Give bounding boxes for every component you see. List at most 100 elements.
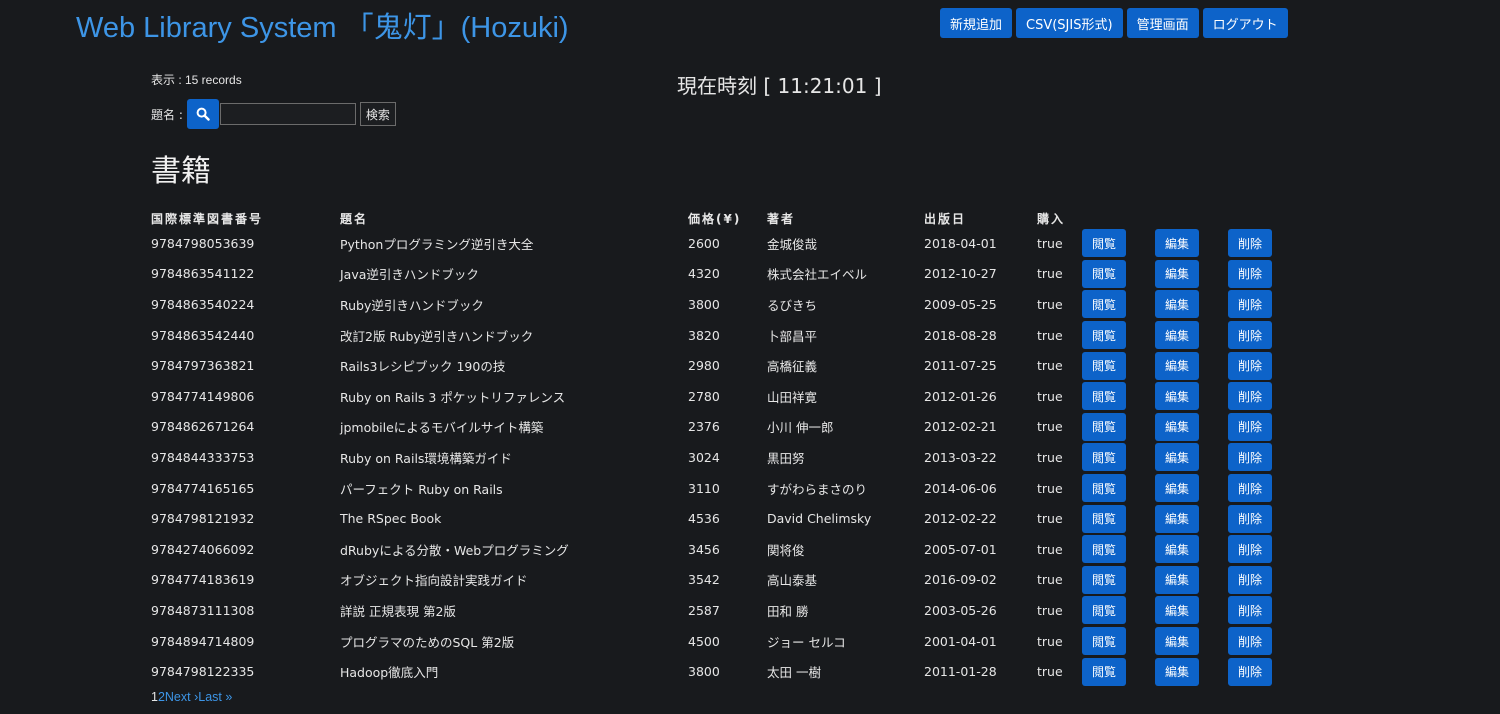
view-button[interactable]: 閲覧 (1082, 565, 1126, 594)
view-button[interactable]: 閲覧 (1082, 474, 1126, 503)
price-cell: 3024 (688, 449, 720, 465)
purchased-cell: true (1037, 235, 1063, 251)
edit-button[interactable]: 編集 (1155, 382, 1199, 411)
author-cell: 高山泰基 (767, 573, 818, 589)
action-cell: 編集 (1155, 442, 1228, 473)
view-button[interactable]: 閲覧 (1082, 627, 1126, 656)
view-button[interactable]: 閲覧 (1082, 535, 1126, 564)
purchased-cell: true (1037, 602, 1063, 618)
delete-button[interactable]: 削除 (1228, 259, 1272, 288)
delete-button[interactable]: 削除 (1228, 504, 1272, 533)
delete-button[interactable]: 削除 (1228, 657, 1272, 686)
purchased-cell: true (1037, 388, 1063, 404)
table-row: 9784844333753 Ruby on Rails環境構築ガイド 3024 黒田努… (151, 442, 1301, 473)
delete-button[interactable]: 削除 (1228, 382, 1272, 411)
title-cell: The RSpec Book (340, 511, 442, 527)
action-cell: 閲覧 (1082, 442, 1155, 473)
action-cell: 削除 (1228, 503, 1301, 534)
delete-button[interactable]: 削除 (1228, 596, 1272, 625)
new-book-button[interactable]: 新規追加 (940, 8, 1013, 38)
author-cell: 山田祥寛 (767, 389, 818, 405)
action-cell: 閲覧 (1082, 473, 1155, 504)
view-button[interactable]: 閲覧 (1082, 290, 1126, 319)
table-row: 9784774165165 パーフェクト Ruby on Rails 3110 すがわ… (151, 473, 1301, 504)
view-button[interactable]: 閲覧 (1082, 351, 1126, 380)
title-search-input[interactable] (219, 103, 356, 125)
price-cell: 2376 (688, 419, 720, 435)
edit-button[interactable]: 編集 (1155, 229, 1199, 258)
publish-date-cell: 2011-01-28 (924, 664, 997, 680)
edit-button[interactable]: 編集 (1155, 351, 1199, 380)
view-button[interactable]: 閲覧 (1082, 412, 1126, 441)
view-button[interactable]: 閲覧 (1082, 229, 1126, 258)
publish-date-cell: 2013-03-22 (924, 449, 997, 465)
csv-export-button[interactable]: CSV(SJIS形式) (1016, 8, 1123, 38)
view-button[interactable]: 閲覧 (1082, 382, 1126, 411)
edit-button[interactable]: 編集 (1155, 474, 1199, 503)
edit-button[interactable]: 編集 (1155, 627, 1199, 656)
delete-button[interactable]: 削除 (1228, 535, 1272, 564)
action-cell: 削除 (1228, 289, 1301, 320)
page-current: 1 (151, 690, 158, 704)
view-button[interactable]: 閲覧 (1082, 321, 1126, 350)
publish-date-cell: 2009-05-25 (924, 296, 997, 312)
purchased-cell: true (1037, 419, 1063, 435)
delete-button[interactable]: 削除 (1228, 290, 1272, 319)
publish-date-cell: 2001-04-01 (924, 633, 997, 649)
publish-date-cell: 2012-02-22 (924, 511, 997, 527)
action-cell: 編集 (1155, 320, 1228, 351)
action-cell: 削除 (1228, 656, 1301, 687)
edit-button[interactable]: 編集 (1155, 535, 1199, 564)
delete-button[interactable]: 削除 (1228, 627, 1272, 656)
delete-button[interactable]: 削除 (1228, 351, 1272, 380)
app-title[interactable]: Web Library System 「鬼灯」(Hozuki) (76, 4, 569, 46)
delete-button[interactable]: 削除 (1228, 321, 1272, 350)
author-cell: 田和 勝 (767, 603, 809, 619)
action-cell: 閲覧 (1082, 534, 1155, 565)
view-button[interactable]: 閲覧 (1082, 259, 1126, 288)
edit-button[interactable]: 編集 (1155, 504, 1199, 533)
author-cell: 卜部昌平 (767, 328, 818, 344)
delete-button[interactable]: 削除 (1228, 229, 1272, 258)
price-cell: 3456 (688, 541, 720, 557)
logout-button[interactable]: ログアウト (1202, 8, 1288, 38)
edit-button[interactable]: 編集 (1155, 321, 1199, 350)
page-last-link[interactable]: Last » (198, 690, 232, 704)
price-cell: 3800 (688, 664, 720, 680)
view-button[interactable]: 閲覧 (1082, 443, 1126, 472)
edit-button[interactable]: 編集 (1155, 657, 1199, 686)
search-button[interactable]: 検索 (359, 102, 396, 126)
delete-button[interactable]: 削除 (1228, 565, 1272, 594)
isbn-cell: 9784873111308 (151, 602, 255, 618)
view-button[interactable]: 閲覧 (1082, 596, 1126, 625)
action-cell: 削除 (1228, 412, 1301, 443)
search-label: 題名 : (151, 107, 183, 122)
author-cell: 関将俊 (767, 542, 805, 558)
table-row: 9784863542440 改訂2版 Ruby逆引きハンドブック 3820 卜部昌平 2… (151, 320, 1301, 351)
action-cell: 閲覧 (1082, 412, 1155, 443)
page-link-2[interactable]: 2 (158, 690, 165, 704)
title-cell: Pythonプログラミング逆引き大全 (340, 236, 534, 252)
edit-button[interactable]: 編集 (1155, 565, 1199, 594)
view-button[interactable]: 閲覧 (1082, 504, 1126, 533)
delete-button[interactable]: 削除 (1228, 474, 1272, 503)
view-button[interactable]: 閲覧 (1082, 657, 1126, 686)
edit-button[interactable]: 編集 (1155, 443, 1199, 472)
current-time: 現在時刻 [ 11:21:01 ] (677, 74, 882, 98)
search-icon[interactable] (186, 99, 219, 129)
edit-button[interactable]: 編集 (1155, 596, 1199, 625)
page-next-link[interactable]: Next › (165, 690, 198, 704)
table-row: 9784798122335 Hadoop徹底入門 3800 太田 一樹 2011-01-… (151, 656, 1301, 687)
publish-date-cell: 2018-08-28 (924, 327, 997, 343)
isbn-cell: 9784863542440 (151, 327, 255, 343)
delete-button[interactable]: 削除 (1228, 443, 1272, 472)
action-cell: 閲覧 (1082, 503, 1155, 534)
action-cell: 編集 (1155, 228, 1228, 259)
action-cell: 削除 (1228, 534, 1301, 565)
edit-button[interactable]: 編集 (1155, 412, 1199, 441)
edit-button[interactable]: 編集 (1155, 290, 1199, 319)
edit-button[interactable]: 編集 (1155, 259, 1199, 288)
title-cell: Rails3レシピブック 190の技 (340, 359, 506, 375)
admin-button[interactable]: 管理画面 (1126, 8, 1199, 38)
delete-button[interactable]: 削除 (1228, 412, 1272, 441)
